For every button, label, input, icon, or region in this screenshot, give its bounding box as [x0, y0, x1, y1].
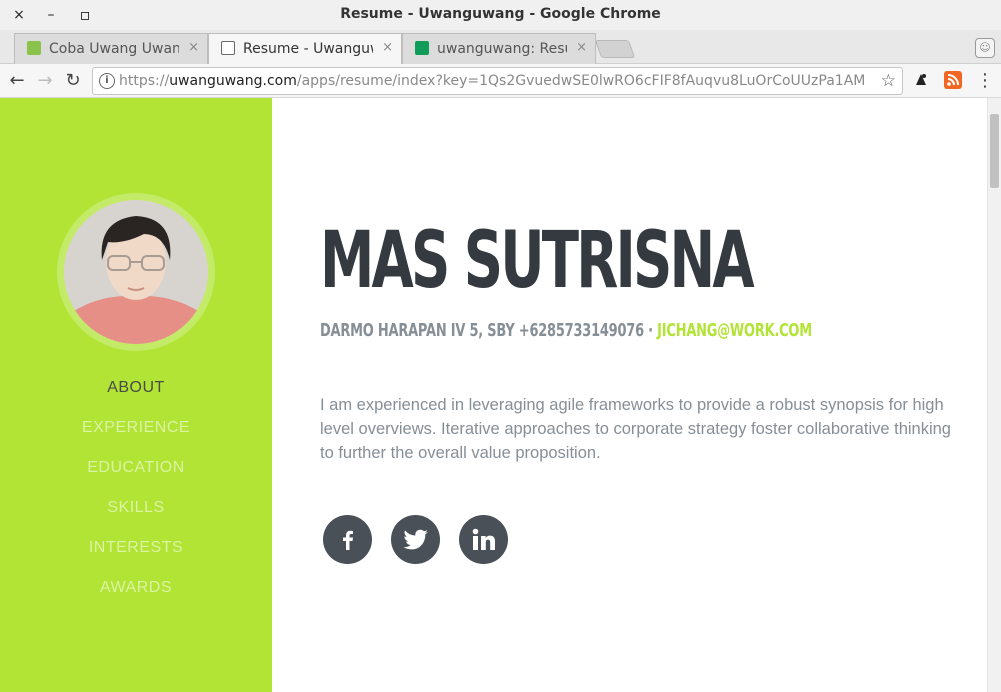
reload-button[interactable]: ↻	[62, 70, 84, 92]
twitter-button[interactable]	[391, 515, 441, 564]
nav-item-awards[interactable]: Awards	[0, 576, 272, 616]
new-tab-button[interactable]	[594, 40, 636, 58]
tab-uwanguwang-sheet[interactable]: uwanguwang: Resume ×	[402, 33, 596, 64]
about-summary: I am experienced in leveraging agile fra…	[320, 396, 951, 462]
rss-icon[interactable]	[944, 71, 962, 89]
bookmark-star-icon[interactable]: ☆	[881, 71, 896, 91]
browser-toolbar: ← → ↻ i https://uwanguwang.com/apps/resu…	[0, 64, 1001, 98]
nav-item-education[interactable]: Education	[0, 456, 272, 496]
nav-item-about[interactable]: About	[0, 376, 272, 416]
sheets-icon	[415, 41, 429, 55]
nav-item-experience[interactable]: Experience	[0, 416, 272, 456]
back-button[interactable]: ←	[6, 70, 28, 92]
facebook-icon	[342, 530, 353, 550]
extension-icon[interactable]	[912, 71, 930, 89]
tab-strip: Coba Uwang Uwang × Resume - Uwanguwang ×…	[0, 30, 1001, 64]
tab-label: Resume - Uwanguwang	[243, 41, 373, 57]
android-icon	[27, 41, 41, 55]
avatar-ring	[57, 193, 215, 351]
page-scrollbar[interactable]	[987, 98, 1001, 692]
avatar	[64, 200, 208, 344]
tab-label: Coba Uwang Uwang	[49, 41, 179, 57]
nav-item-interests[interactable]: Interests	[0, 536, 272, 576]
tab-close-icon[interactable]: ×	[188, 40, 199, 55]
twitter-icon	[403, 529, 428, 549]
url-scheme: https://	[119, 73, 170, 89]
url-text[interactable]: https://uwanguwang.com/apps/resume/index…	[119, 73, 865, 89]
contact-line: DARMO HARAPAN IV 5, SBY +6285733149076 ·…	[320, 320, 812, 341]
scrollbar-thumb[interactable]	[990, 114, 999, 188]
tab-close-icon[interactable]: ×	[382, 40, 393, 55]
facebook-button[interactable]	[323, 515, 372, 564]
tab-close-icon[interactable]: ×	[576, 40, 587, 55]
sidebar-nav: About Experience Education Skills Intere…	[0, 376, 272, 616]
tab-label: uwanguwang: Resume	[437, 41, 567, 57]
url-path: /apps/resume/index?key=1Qs2GvuedwSE0lwRO…	[296, 73, 866, 89]
window-title: Resume - Uwanguwang - Google Chrome	[340, 6, 661, 22]
window-titlebar: × – ▫ Resume - Uwanguwang - Google Chrom…	[0, 0, 1001, 30]
tab-coba-uwang[interactable]: Coba Uwang Uwang ×	[14, 33, 208, 64]
address-text: DARMO HARAPAN IV 5, SBY +6285733149076 ·	[320, 320, 653, 341]
chrome-menu-button[interactable]: ⋮	[974, 70, 996, 92]
profile-icon[interactable]: ☺	[975, 38, 995, 58]
linkedin-button[interactable]	[459, 515, 509, 564]
tab-resume[interactable]: Resume - Uwanguwang ×	[208, 33, 402, 64]
url-host: uwanguwang.com	[169, 73, 297, 89]
about-section: MAS SUTRISNA DARMO HARAPAN IV 5, SBY +62…	[272, 98, 987, 692]
page-icon	[221, 41, 235, 55]
social-icons	[323, 515, 522, 568]
nav-item-skills[interactable]: Skills	[0, 496, 272, 536]
email-link[interactable]: JICHANG@WORK.COM	[657, 320, 812, 341]
page-viewport: About Experience Education Skills Intere…	[0, 98, 1001, 692]
sidebar: About Experience Education Skills Intere…	[0, 98, 272, 692]
linkedin-icon	[472, 528, 495, 550]
forward-button[interactable]: →	[34, 70, 56, 92]
address-bar[interactable]: i https://uwanguwang.com/apps/resume/ind…	[92, 67, 903, 95]
info-icon[interactable]: i	[99, 73, 115, 89]
page-title: MAS SUTRISNA	[320, 216, 755, 306]
